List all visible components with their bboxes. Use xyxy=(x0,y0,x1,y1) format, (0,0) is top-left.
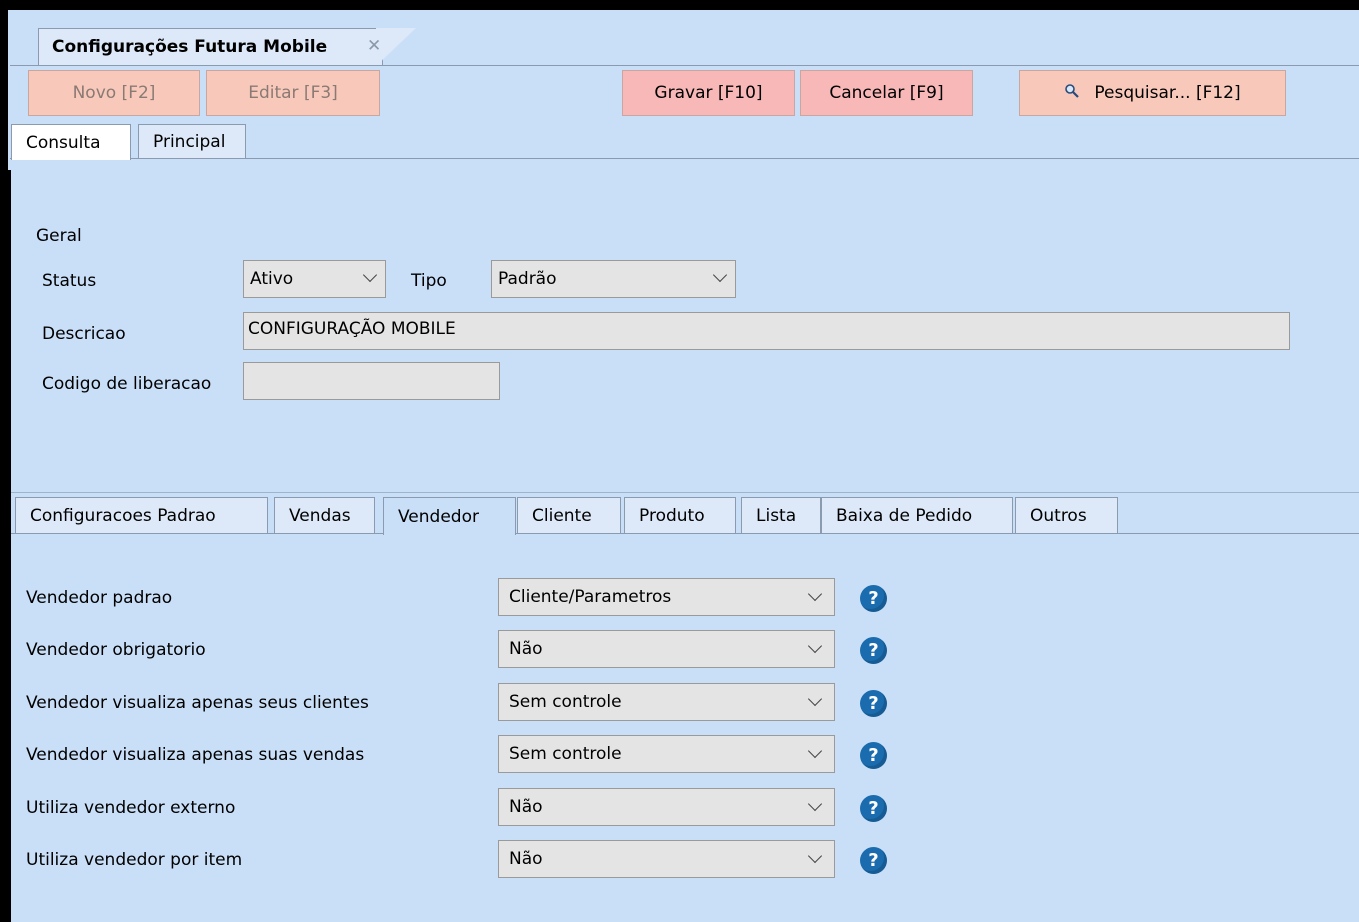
descricao-field-value: CONFIGURAÇÃO MOBILE xyxy=(248,319,456,339)
vendedor-visualiza-clientes-select[interactable]: Sem controle xyxy=(498,683,835,721)
tab-vendedor-label: Vendedor xyxy=(398,506,479,527)
setting-label: Utiliza vendedor externo xyxy=(26,798,236,818)
status-label: Status xyxy=(42,271,97,291)
tab-cliente[interactable]: Cliente xyxy=(517,497,621,534)
tab-produto-label: Produto xyxy=(639,506,705,526)
gravar-button-label: Gravar [F10] xyxy=(654,83,763,103)
window-frame-left xyxy=(0,0,8,922)
chevron-down-icon xyxy=(807,796,823,812)
window-tab-edge xyxy=(376,28,416,66)
novo-button[interactable]: Novo [F2] xyxy=(28,70,200,116)
help-icon[interactable]: ? xyxy=(860,795,887,822)
help-icon[interactable]: ? xyxy=(860,690,887,717)
utiliza-vendedor-externo-select[interactable]: Não xyxy=(498,788,835,826)
setting-label: Vendedor visualiza apenas suas vendas xyxy=(26,745,365,765)
chevron-down-icon xyxy=(807,691,823,707)
tab-principal[interactable]: Principal xyxy=(138,124,246,159)
chevron-down-icon xyxy=(807,848,823,864)
tab-outros-label: Outros xyxy=(1030,506,1087,526)
cancelar-button-label: Cancelar [F9] xyxy=(829,83,944,103)
setting-label: Vendedor obrigatorio xyxy=(26,640,206,660)
tab-lista-label: Lista xyxy=(756,506,797,526)
select-value: Cliente/Parametros xyxy=(509,587,672,607)
tab-divider xyxy=(10,65,1359,66)
pesquisar-button[interactable]: Pesquisar... [F12] xyxy=(1019,70,1286,116)
sub-tabs-divider xyxy=(11,533,1359,534)
tab-consulta-label: Consulta xyxy=(26,132,101,153)
chevron-down-icon xyxy=(807,743,823,759)
select-value: Não xyxy=(509,849,543,869)
chevron-down-icon xyxy=(712,267,728,283)
tab-consulta[interactable]: Consulta xyxy=(11,124,131,160)
close-icon[interactable]: ✕ xyxy=(367,36,381,56)
setting-label: Vendedor padrao xyxy=(26,588,173,608)
tipo-select-value: Padrão xyxy=(498,269,557,289)
vendedor-obrigatorio-select[interactable]: Não xyxy=(498,630,835,668)
setting-label: Utiliza vendedor por item xyxy=(26,850,243,870)
select-value: Não xyxy=(509,639,543,659)
pesquisar-button-label: Pesquisar... [F12] xyxy=(1094,83,1241,103)
editar-button[interactable]: Editar [F3] xyxy=(206,70,380,116)
codigo-liberacao-label: Codigo de liberacao xyxy=(42,374,212,394)
geral-section-label: Geral xyxy=(36,226,82,246)
window-tab-title: Configurações Futura Mobile xyxy=(52,37,328,57)
codigo-liberacao-field[interactable] xyxy=(243,362,500,400)
descricao-label: Descricao xyxy=(42,324,126,344)
status-select-value: Ativo xyxy=(250,269,294,289)
tab-produto[interactable]: Produto xyxy=(624,497,736,534)
tab-cliente-label: Cliente xyxy=(532,506,592,526)
chevron-down-icon xyxy=(807,638,823,654)
setting-label: Vendedor visualiza apenas seus clientes xyxy=(26,693,369,713)
tab-lista[interactable]: Lista xyxy=(741,497,821,534)
window-frame-top xyxy=(0,0,1359,10)
select-value: Sem controle xyxy=(509,692,622,712)
vendedor-padrao-select[interactable]: Cliente/Parametros xyxy=(498,578,835,616)
chevron-down-icon xyxy=(807,586,823,602)
vendedor-visualiza-vendas-select[interactable]: Sem controle xyxy=(498,735,835,773)
tipo-label: Tipo xyxy=(411,271,447,291)
tab-principal-label: Principal xyxy=(153,132,226,152)
tab-outros[interactable]: Outros xyxy=(1015,497,1118,534)
help-icon[interactable]: ? xyxy=(860,847,887,874)
chevron-down-icon xyxy=(362,267,378,283)
tab-configuracoes-padrao[interactable]: Configuracoes Padrao xyxy=(15,497,268,534)
help-icon[interactable]: ? xyxy=(860,585,887,612)
tab-baixa-de-pedido[interactable]: Baixa de Pedido xyxy=(821,497,1013,534)
descricao-field[interactable]: CONFIGURAÇÃO MOBILE xyxy=(243,312,1290,350)
help-icon[interactable]: ? xyxy=(860,637,887,664)
gravar-button[interactable]: Gravar [F10] xyxy=(622,70,795,116)
cancelar-button[interactable]: Cancelar [F9] xyxy=(800,70,973,116)
utiliza-vendedor-por-item-select[interactable]: Não xyxy=(498,840,835,878)
tab-configuracoes-padrao-label: Configuracoes Padrao xyxy=(30,506,216,526)
tipo-select[interactable]: Padrão xyxy=(491,260,736,298)
novo-button-label: Novo [F2] xyxy=(72,83,156,103)
status-select[interactable]: Ativo xyxy=(243,260,386,298)
magnifier-icon xyxy=(1064,83,1080,103)
help-icon[interactable]: ? xyxy=(860,742,887,769)
tab-vendedor[interactable]: Vendedor xyxy=(383,497,516,535)
tab-vendas-label: Vendas xyxy=(289,506,351,526)
sub-tabs-top-line xyxy=(11,492,1359,493)
tab-baixa-de-pedido-label: Baixa de Pedido xyxy=(836,506,973,526)
select-value: Não xyxy=(509,797,543,817)
editar-button-label: Editar [F3] xyxy=(248,83,338,103)
tab-vendas[interactable]: Vendas xyxy=(274,497,375,534)
select-value: Sem controle xyxy=(509,744,622,764)
